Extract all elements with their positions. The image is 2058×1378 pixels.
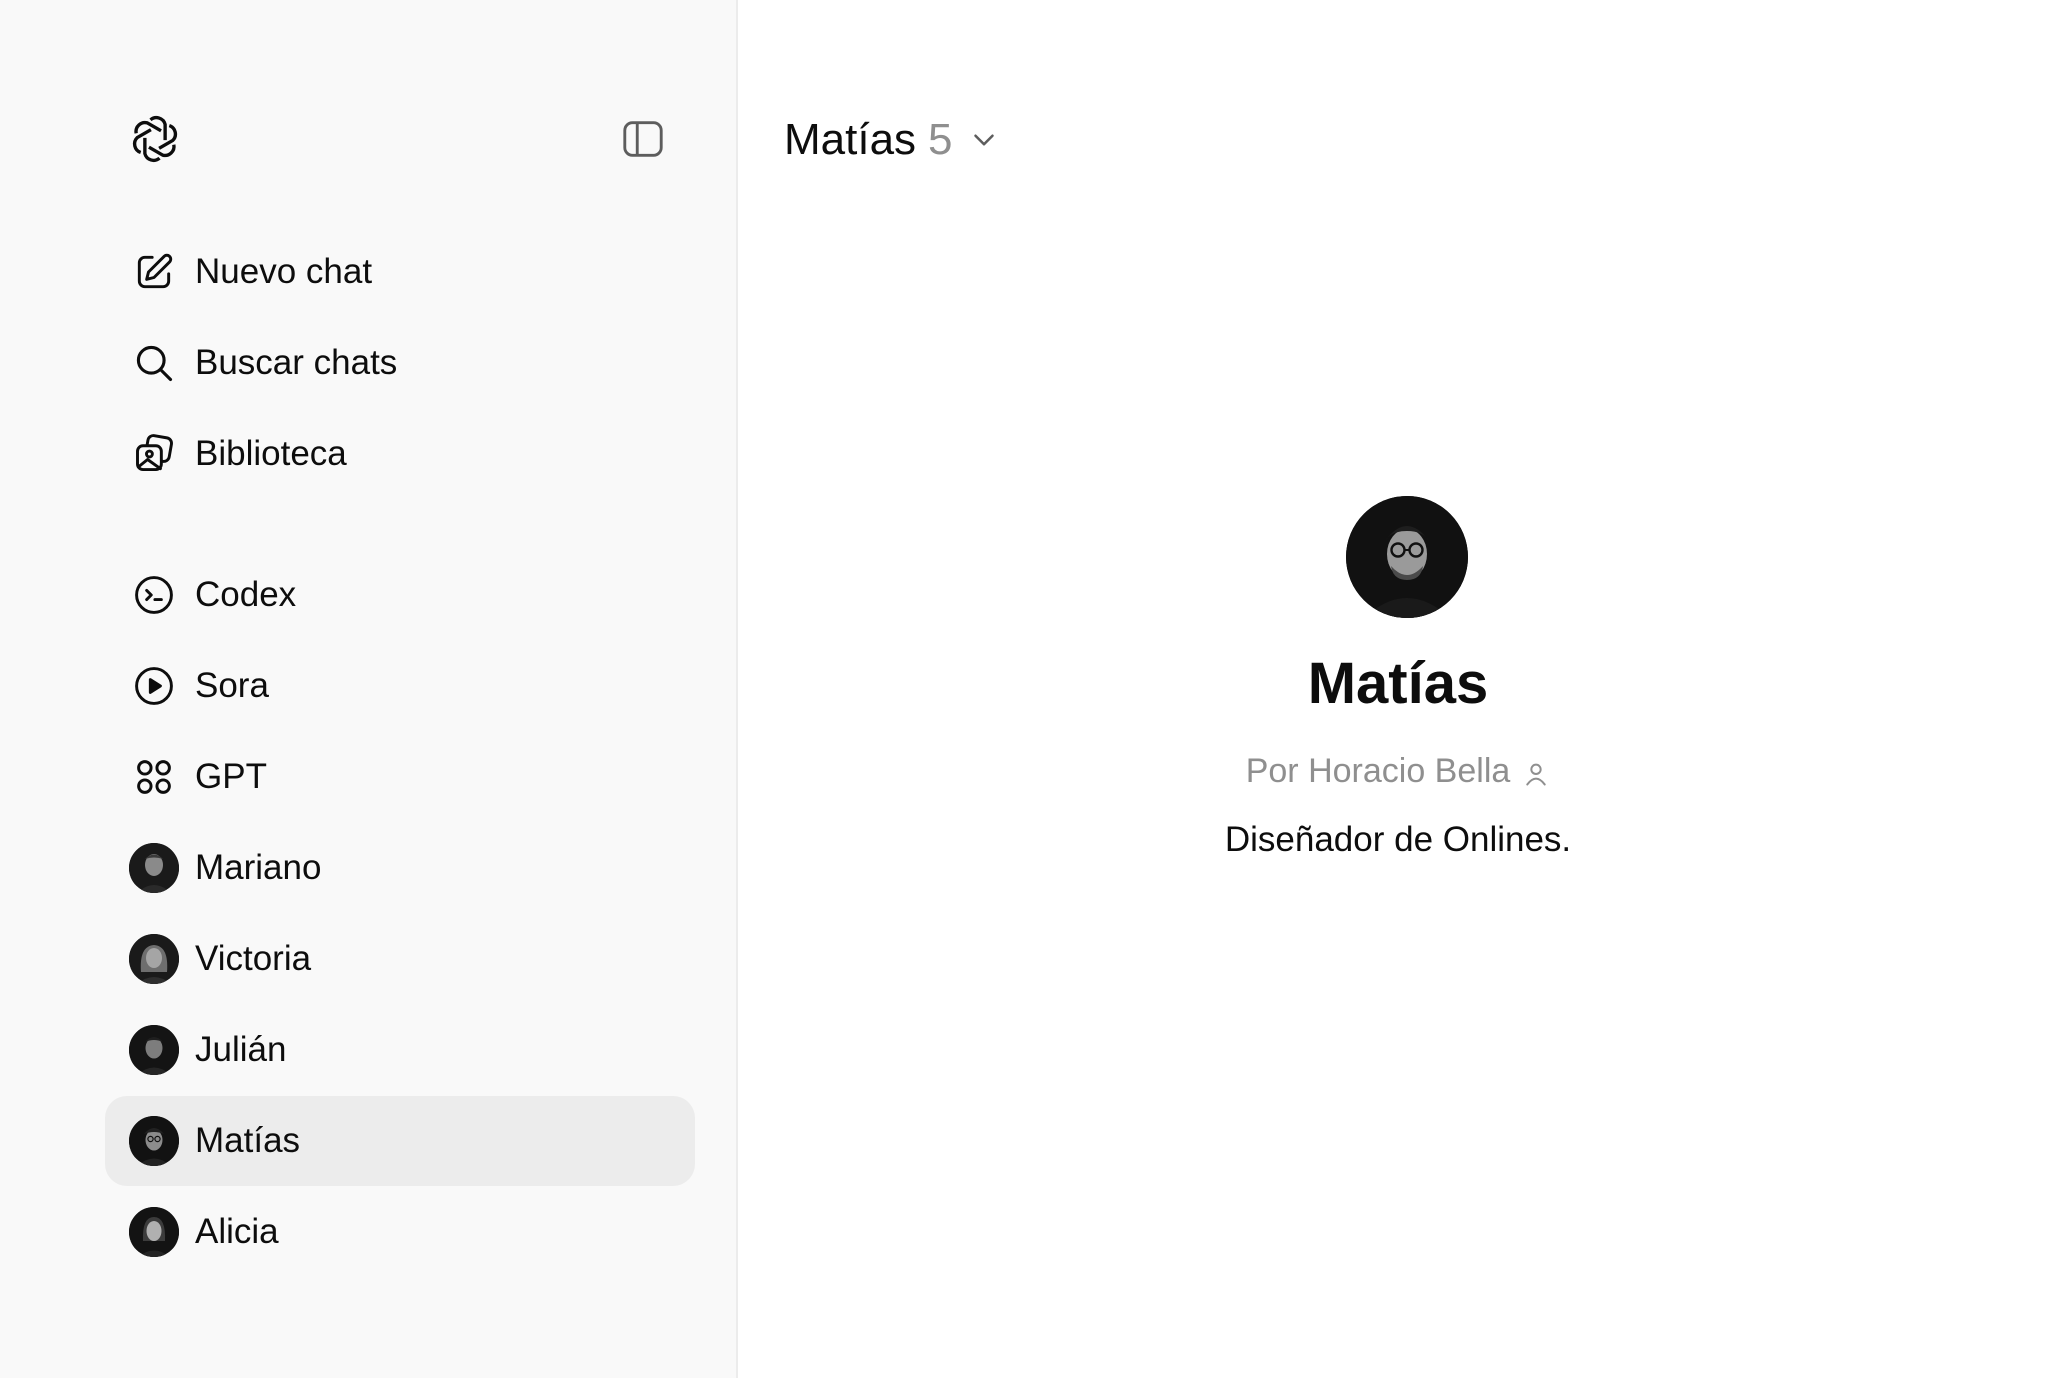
sidebar-item-sora[interactable]: Sora	[105, 641, 695, 731]
avatar	[129, 1116, 179, 1166]
sidebar-item-gpt[interactable]: GPT	[105, 732, 695, 822]
grid-icon	[129, 752, 179, 802]
codex-icon	[129, 570, 179, 620]
sidebar-item-label: Biblioteca	[195, 434, 347, 473]
sidebar-item-codex[interactable]: Codex	[105, 550, 695, 640]
sidebar-item-label: Julián	[195, 1030, 287, 1069]
library-icon	[129, 429, 179, 479]
author-label: Por Horacio Bella	[1245, 752, 1511, 790]
sidebar-item-new-chat[interactable]: Nuevo chat	[105, 227, 695, 317]
sidebar-item-label: Alicia	[195, 1212, 279, 1251]
model-version: 5	[928, 115, 953, 164]
sidebar-item-alicia[interactable]: Alicia	[105, 1187, 695, 1277]
sidebar-item-victoria[interactable]: Victoria	[105, 914, 695, 1004]
sidebar-item-label: Codex	[195, 575, 297, 614]
model-switcher[interactable]: Matías 5	[784, 108, 1001, 172]
search-icon	[129, 338, 179, 388]
openai-logo-icon[interactable]	[128, 112, 182, 166]
profile-avatar	[1346, 496, 1468, 618]
sidebar-item-label: Nuevo chat	[195, 252, 373, 291]
chevron-down-icon	[967, 123, 1001, 157]
sidebar-item-library[interactable]: Biblioteca	[105, 409, 695, 499]
sidebar-toggle-icon[interactable]	[620, 116, 666, 162]
play-icon	[129, 661, 179, 711]
sidebar-item-label: Mariano	[195, 848, 322, 887]
sidebar-item-label: Buscar chats	[195, 343, 398, 382]
avatar	[129, 1025, 179, 1075]
sidebar-item-mariano[interactable]: Mariano	[105, 823, 695, 913]
avatar	[129, 1207, 179, 1257]
sidebar: Nuevo chat Buscar chats Biblioteca Codex…	[0, 0, 738, 1378]
sidebar-item-label: Victoria	[195, 939, 312, 978]
sidebar-item-search-chats[interactable]: Buscar chats	[105, 318, 695, 408]
app-window: Nuevo chat Buscar chats Biblioteca Codex…	[0, 0, 2058, 1378]
sidebar-item-label: Sora	[195, 666, 269, 705]
profile-description: Diseñador de Onlines.	[1224, 820, 1572, 859]
model-name: Matías	[784, 115, 917, 164]
sidebar-item-label: GPT	[195, 757, 267, 796]
sidebar-item-label: Matías	[195, 1121, 301, 1160]
sidebar-item-matias[interactable]: Matías	[105, 1096, 695, 1186]
avatar	[129, 843, 179, 893]
person-icon	[1522, 758, 1550, 786]
profile-name: Matías	[1307, 651, 1489, 716]
profile-author[interactable]: Por Horacio Bella	[738, 752, 2058, 791]
sidebar-item-julian[interactable]: Julián	[105, 1005, 695, 1095]
avatar	[129, 934, 179, 984]
new-chat-icon	[129, 247, 179, 297]
